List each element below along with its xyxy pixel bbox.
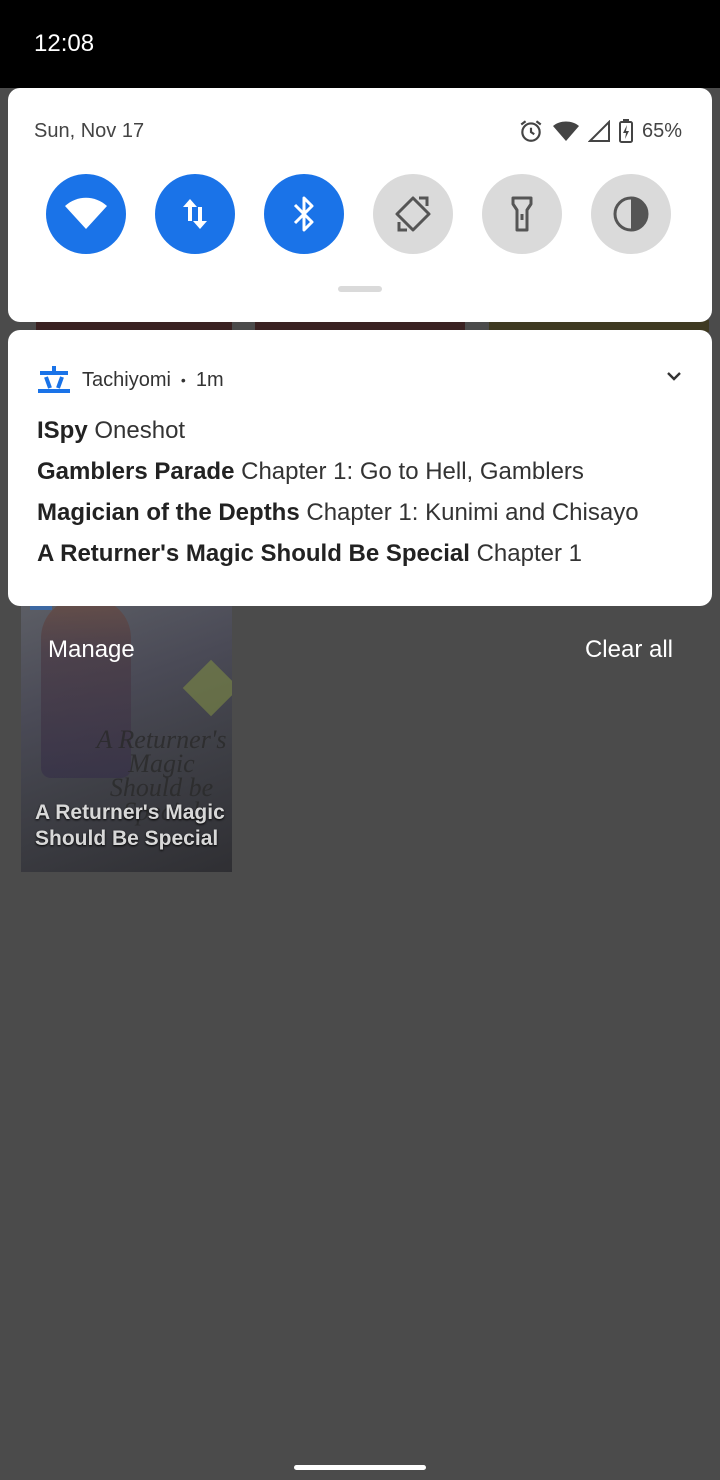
line-title: A Returner's Magic Should Be Special <box>37 540 470 567</box>
contrast-icon <box>613 196 649 232</box>
tile-auto-rotate[interactable] <box>373 174 453 254</box>
wifi-icon <box>65 197 107 229</box>
line-title: Magician of the Depths <box>37 499 300 526</box>
battery-percent: 65% <box>641 119 682 142</box>
notification-card[interactable]: Tachiyomi • 1m ISpy Oneshot Gamblers Par… <box>8 330 712 606</box>
notification-line: A Returner's Magic Should Be Special Cha… <box>37 539 697 580</box>
notification-app-name: Tachiyomi <box>82 368 171 391</box>
line-detail: Oneshot <box>94 417 186 444</box>
notification-line: Magician of the Depths Chapter 1: Kunimi… <box>37 498 697 539</box>
cover-spark <box>182 659 232 717</box>
rotate-icon <box>395 196 431 232</box>
cover-title: A Returner's Magic Should Be Special <box>35 801 225 850</box>
bluetooth-icon <box>293 196 314 232</box>
tile-flashlight[interactable] <box>482 174 562 254</box>
data-arrows-icon <box>183 199 207 229</box>
notification-lines: ISpy Oneshot Gamblers Parade Chapter 1: … <box>37 416 697 580</box>
clear-all-button[interactable]: Clear all <box>585 636 673 664</box>
battery-charging-icon <box>618 119 633 143</box>
flashlight-icon <box>511 196 533 232</box>
tile-mobile-data[interactable] <box>155 174 235 254</box>
notification-time: 1m <box>195 368 224 391</box>
line-detail: Chapter 1 <box>476 540 582 567</box>
tile-wifi[interactable] <box>46 174 126 254</box>
manage-button[interactable]: Manage <box>48 636 135 664</box>
qs-status-icons: 65% <box>518 118 682 144</box>
alarm-icon <box>520 120 542 142</box>
notification-line: ISpy Oneshot <box>37 416 697 457</box>
wifi-status-icon <box>552 121 579 141</box>
gesture-nav-bar[interactable] <box>294 1465 426 1470</box>
line-detail: Chapter 1: Kunimi and Chisayo <box>306 499 639 526</box>
signal-icon <box>587 120 610 142</box>
tile-bluetooth[interactable] <box>264 174 344 254</box>
line-title: ISpy <box>37 417 88 444</box>
tachiyomi-icon <box>38 366 70 393</box>
tile-invert-colors[interactable] <box>591 174 671 254</box>
quick-settings-panel: Sun, Nov 17 65% <box>8 88 712 322</box>
chevron-down-icon[interactable] <box>666 370 682 382</box>
status-bar: 12:08 <box>0 0 720 88</box>
qs-tiles <box>46 174 686 254</box>
separator-dot: • <box>180 372 186 388</box>
qs-expand-handle[interactable] <box>338 286 382 292</box>
qs-date[interactable]: Sun, Nov 17 <box>34 120 144 143</box>
notification-line: Gamblers Parade Chapter 1: Go to Hell, G… <box>37 457 697 498</box>
status-time: 12:08 <box>34 30 95 57</box>
notification-header: Tachiyomi • 1m <box>38 366 224 394</box>
line-detail: Chapter 1: Go to Hell, Gamblers <box>241 458 584 485</box>
line-title: Gamblers Parade <box>37 458 235 485</box>
